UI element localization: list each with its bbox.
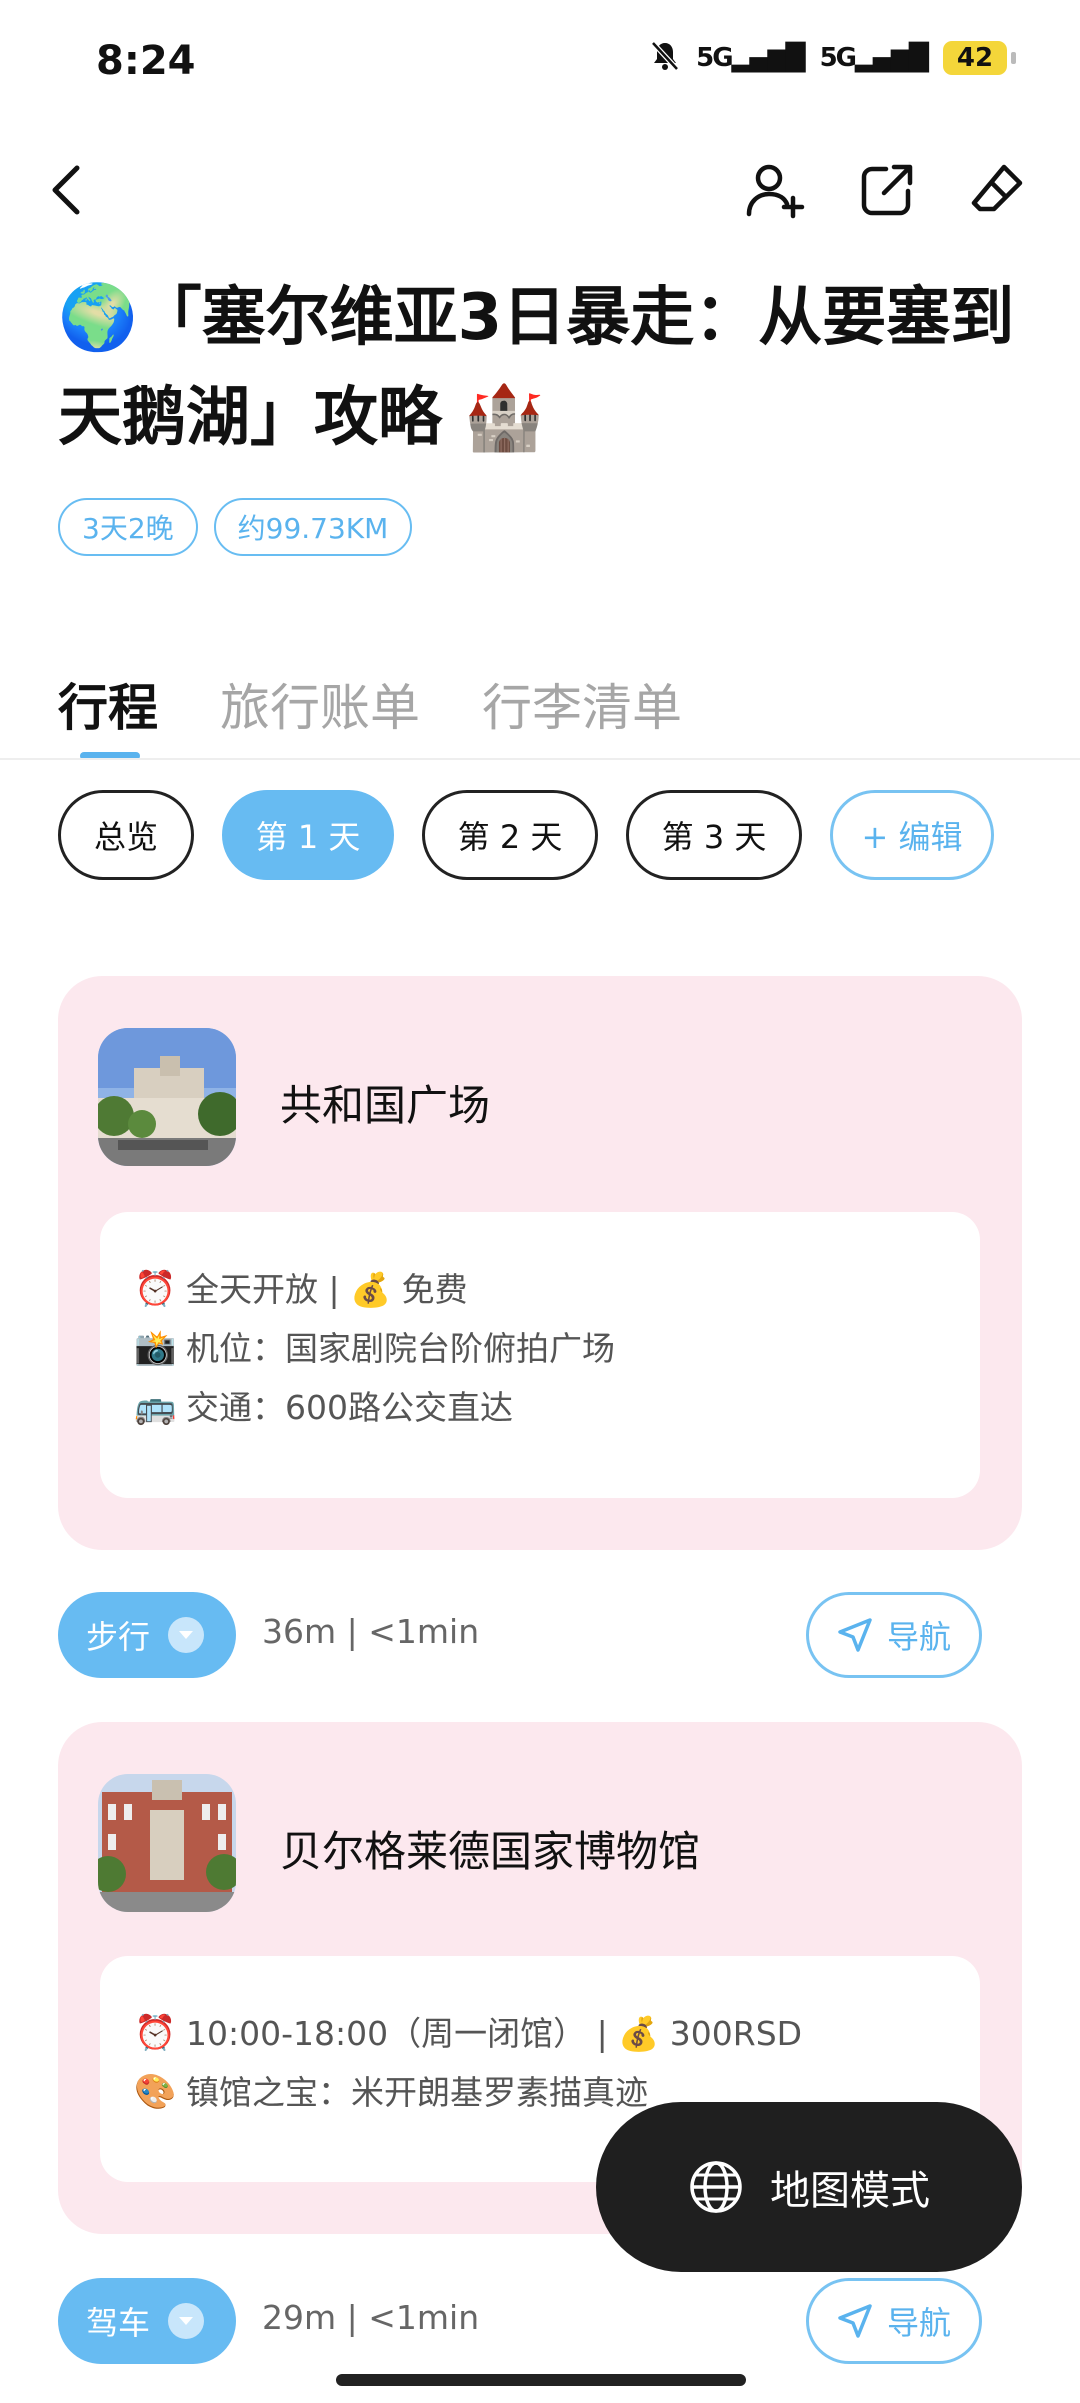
day-pill-3[interactable]: 第 3 天 (626, 790, 802, 880)
route-distance: 29m (262, 2298, 337, 2337)
share-button[interactable] (852, 155, 922, 225)
edit-days-button[interactable]: + 编辑 (830, 790, 994, 880)
tab-bill[interactable]: 旅行账单 (220, 668, 420, 740)
distance-tag: 约99.73KM (213, 498, 413, 556)
bus-icon: 🚌 (134, 1387, 177, 1427)
signal-icon: 5G▂▄▆█ (696, 43, 805, 73)
bell-muted-icon (650, 40, 680, 76)
place-details: ⏰ 全天开放 | 💰 免费 📸 机位：国家剧院台阶俯拍广场 🚌 交通：600路公交直达 (100, 1212, 980, 1498)
status-time: 8:24 (96, 38, 196, 84)
globe-icon (690, 2161, 742, 2213)
place-photo (98, 1028, 236, 1166)
signal-icon-2: 5G▂▄▆█ (819, 43, 929, 73)
route-info: 36m | <1min (262, 1612, 480, 1651)
divider (0, 758, 1080, 760)
map-mode-button[interactable]: 地图模式 (596, 2102, 1022, 2272)
battery-icon: 42 (943, 41, 1007, 75)
place-photo (98, 1774, 236, 1912)
info-line: 📸 机位：国家剧院台阶俯拍广场 (134, 1319, 946, 1378)
trip-title: 🌍「塞尔维亚3日暴走：从要塞到天鹅湖」攻略 🏰 (58, 281, 1015, 455)
duration-tag: 3天2晚 (58, 498, 198, 556)
info-line: ⏰ 10:00-18:00（周一闭馆） | 💰 300RSD (134, 2004, 946, 2063)
add-member-button[interactable] (740, 155, 810, 225)
alarm-clock-icon: ⏰ (134, 1269, 177, 1309)
transport-mode-selector[interactable]: 步行 (58, 1592, 236, 1678)
place-name: 共和国广场 (280, 1081, 491, 1130)
tab-packing-list[interactable]: 行李清单 (482, 668, 682, 740)
transport-mode-selector[interactable]: 驾车 (58, 2278, 236, 2364)
battery-nub (1011, 52, 1016, 64)
tab-bar: 行程 旅行账单 行李清单 (58, 668, 682, 740)
info-line: ⏰ 全天开放 | 💰 免费 (134, 1260, 946, 1319)
user-add-icon (746, 164, 805, 219)
place-name: 贝尔格莱德国家博物馆 (280, 1827, 701, 1876)
chevron-down-icon (168, 2303, 205, 2339)
camera-icon: 📸 (134, 1328, 177, 1368)
route-distance: 36m (262, 1612, 337, 1651)
info-line: 🚌 交通：600路公交直达 (134, 1378, 946, 1437)
tab-itinerary[interactable]: 行程 (58, 668, 158, 740)
back-button[interactable] (32, 155, 102, 225)
edit-button[interactable] (962, 155, 1032, 225)
eraser-icon (971, 164, 1023, 212)
navigate-button[interactable]: 导航 (806, 1592, 982, 1678)
place-card[interactable]: 共和国广场 ⏰ 全天开放 | 💰 免费 📸 机位：国家剧院台阶俯拍广场 🚌 交通：60… (58, 976, 1022, 1550)
chevron-left-icon (52, 165, 80, 215)
navigation-arrow-icon (838, 2304, 872, 2338)
day-pill-overview[interactable]: 总览 (58, 790, 194, 880)
chevron-down-icon (168, 1617, 205, 1653)
route-info: 29m | <1min (262, 2298, 480, 2337)
palette-icon: 🎨 (134, 2072, 177, 2112)
day-selector: 总览 第 1 天 第 2 天 第 3 天 + 编辑 (58, 790, 994, 880)
trip-tags: 3天2晚 约99.73KM (58, 498, 413, 556)
status-icons: 5G▂▄▆█ 5G▂▄▆█ 42 (650, 40, 1016, 76)
day-pill-1[interactable]: 第 1 天 (222, 790, 394, 880)
share-icon (861, 164, 913, 216)
home-indicator[interactable] (336, 2374, 746, 2386)
route-time: <1min (368, 2298, 480, 2337)
navigation-arrow-icon (838, 1618, 872, 1652)
route-time: <1min (368, 1612, 480, 1651)
navigate-button[interactable]: 导航 (806, 2278, 982, 2364)
alarm-clock-icon: ⏰ (134, 2013, 177, 2053)
day-pill-2[interactable]: 第 2 天 (422, 790, 598, 880)
